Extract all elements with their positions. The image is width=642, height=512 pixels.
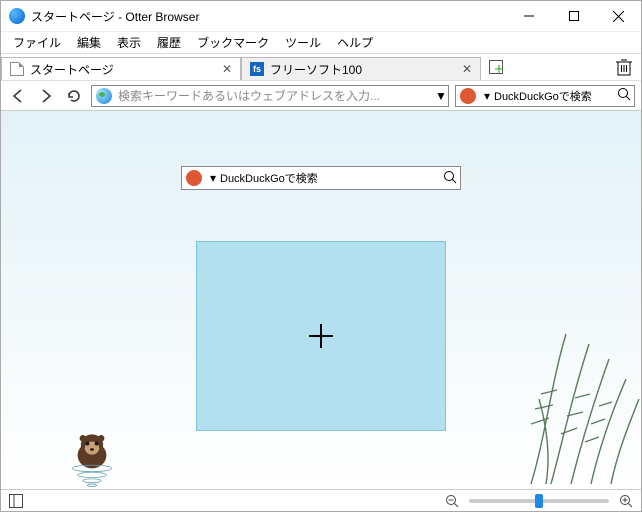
menu-help[interactable]: ヘルプ bbox=[331, 32, 379, 53]
tab-label: フリーソフト100 bbox=[270, 61, 456, 78]
search-icon[interactable] bbox=[440, 170, 460, 187]
statusbar bbox=[1, 489, 641, 511]
tab-close-icon[interactable]: ✕ bbox=[220, 62, 234, 76]
globe-icon bbox=[96, 88, 112, 104]
window-buttons bbox=[506, 2, 641, 30]
address-bar[interactable]: 検索キーワードあるいはウェブアドレスを入力... ▼ bbox=[91, 85, 449, 107]
zoom-slider[interactable] bbox=[469, 499, 609, 503]
trash-icon bbox=[615, 57, 633, 77]
duckduckgo-icon bbox=[186, 170, 202, 186]
menubar: ファイル 編集 表示 履歴 ブックマーク ツール ヘルプ bbox=[1, 31, 641, 53]
center-search-label: DuckDuckGoで検索 bbox=[220, 170, 440, 186]
tab-startpage[interactable]: スタートページ ✕ bbox=[1, 57, 241, 80]
reeds-illustration bbox=[491, 324, 641, 484]
search-label: DuckDuckGoで検索 bbox=[494, 88, 614, 104]
maximize-button[interactable] bbox=[551, 2, 596, 30]
tabbar: スタートページ ✕ fs フリーソフト100 ✕ bbox=[1, 53, 641, 81]
search-engine-dropdown-icon[interactable]: ▾ bbox=[480, 89, 494, 103]
zoom-out-button[interactable] bbox=[443, 492, 461, 510]
closed-tabs-button[interactable] bbox=[607, 54, 641, 80]
menu-edit[interactable]: 編集 bbox=[71, 32, 107, 53]
duckduckgo-icon bbox=[460, 88, 476, 104]
tab-freesoft100[interactable]: fs フリーソフト100 ✕ bbox=[241, 57, 481, 80]
navbar: 検索キーワードあるいはウェブアドレスを入力... ▼ ▾ DuckDuckGoで… bbox=[1, 81, 641, 111]
site-icon: fs bbox=[250, 62, 264, 76]
page-icon bbox=[10, 62, 24, 76]
titlebar: スタートページ - Otter Browser bbox=[1, 1, 641, 31]
search-bar[interactable]: ▾ DuckDuckGoで検索 bbox=[455, 85, 635, 107]
plus-icon bbox=[307, 322, 335, 350]
address-dropdown-icon[interactable]: ▼ bbox=[434, 89, 448, 103]
start-page: ▾ DuckDuckGoで検索 bbox=[1, 111, 641, 489]
menu-tools[interactable]: ツール bbox=[279, 32, 327, 53]
search-engine-dropdown-icon[interactable]: ▾ bbox=[206, 171, 220, 185]
tab-label: スタートページ bbox=[30, 61, 216, 78]
close-button[interactable] bbox=[596, 2, 641, 30]
add-speed-dial-tile[interactable] bbox=[196, 241, 446, 431]
menu-file[interactable]: ファイル bbox=[7, 32, 67, 53]
otter-illustration bbox=[56, 416, 128, 488]
app-icon bbox=[9, 8, 25, 24]
center-search-bar[interactable]: ▾ DuckDuckGoで検索 bbox=[181, 166, 461, 190]
window-title: スタートページ - Otter Browser bbox=[31, 8, 506, 25]
zoom-in-button[interactable] bbox=[617, 492, 635, 510]
address-placeholder: 検索キーワードあるいはウェブアドレスを入力... bbox=[116, 87, 434, 104]
menu-view[interactable]: 表示 bbox=[111, 32, 147, 53]
reload-button[interactable] bbox=[63, 85, 85, 107]
back-button[interactable] bbox=[7, 85, 29, 107]
search-icon[interactable] bbox=[614, 87, 634, 104]
menu-bookmarks[interactable]: ブックマーク bbox=[191, 32, 275, 53]
zoom-slider-thumb[interactable] bbox=[535, 494, 543, 508]
menu-history[interactable]: 履歴 bbox=[151, 32, 187, 53]
minimize-button[interactable] bbox=[506, 2, 551, 30]
forward-button[interactable] bbox=[35, 85, 57, 107]
sidebar-toggle-button[interactable] bbox=[7, 492, 25, 510]
tab-close-icon[interactable]: ✕ bbox=[460, 62, 474, 76]
new-tab-button[interactable] bbox=[481, 54, 511, 80]
